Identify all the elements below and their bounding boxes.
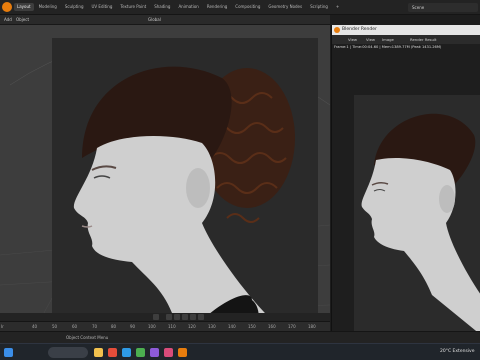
tick-label: 120 [188, 324, 196, 329]
render-title-text: Blender Render [342, 27, 377, 32]
tab-uv-editing[interactable]: UV Editing [89, 3, 116, 11]
tick-label: 110 [168, 324, 176, 329]
tab-scripting[interactable]: Scripting [307, 3, 331, 11]
top-menu-bar: Layout Modeling Sculpting UV Editing Tex… [0, 0, 480, 15]
timeline-label: Ir [1, 324, 4, 329]
status-message: Object Context Menu [66, 335, 109, 340]
render-result-selector[interactable]: Render Result [410, 36, 436, 43]
chrome-icon[interactable] [136, 348, 145, 357]
tab-rendering[interactable]: Rendering [204, 3, 230, 11]
os-taskbar: 20°C Extensive [0, 343, 480, 360]
workspace-tabs: Layout Modeling Sculpting UV Editing Tex… [14, 3, 342, 11]
rendered-head-image [361, 113, 480, 335]
timeline-controls [0, 313, 330, 321]
jump-start-button[interactable] [166, 314, 172, 320]
tick-label: 60 [72, 324, 78, 329]
browser-edge-icon[interactable] [122, 348, 131, 357]
blender-taskbar-icon[interactable] [178, 348, 187, 357]
camera-view-frame [52, 38, 318, 320]
tick-label: 70 [92, 324, 98, 329]
app-icon-red[interactable] [108, 348, 117, 357]
weather-widget[interactable]: 20°C Extensive [440, 349, 474, 354]
render-result-image[interactable] [354, 95, 480, 335]
tab-layout[interactable]: Layout [14, 3, 34, 11]
file-explorer-icon[interactable] [94, 348, 103, 357]
render-window-title: Blender Render [332, 25, 480, 35]
tick-label: 100 [148, 324, 156, 329]
tick-label: 50 [52, 324, 58, 329]
view-dropdown[interactable]: View [348, 36, 357, 43]
blender-logo-icon [334, 27, 340, 33]
next-keyframe-button[interactable] [190, 314, 196, 320]
head-render-viewport [73, 66, 295, 320]
start-menu-icon[interactable] [4, 348, 13, 357]
tab-sculpting[interactable]: Sculpting [62, 3, 87, 11]
tab-animation[interactable]: Animation [175, 3, 201, 11]
tick-label: 160 [268, 324, 276, 329]
tick-label: 150 [248, 324, 256, 329]
render-toolbar: View View Image Render Result [332, 35, 480, 44]
viewport-header: Add Object Global [0, 15, 330, 25]
image-menu[interactable]: Image [382, 36, 394, 43]
tick-label: 40 [32, 324, 38, 329]
app-icon-pink[interactable] [164, 348, 173, 357]
tab-geometry-nodes[interactable]: Geometry Nodes [265, 3, 305, 11]
view-menu[interactable]: View [366, 36, 375, 43]
keyframe-button[interactable] [153, 314, 159, 320]
transform-orientation-dropdown[interactable]: Global [148, 17, 161, 23]
tick-label: 80 [111, 324, 117, 329]
taskbar-search[interactable] [48, 347, 88, 358]
tab-texture-paint[interactable]: Texture Paint [117, 3, 149, 11]
scene-selector[interactable]: Scene [408, 3, 478, 12]
tick-label: 140 [228, 324, 236, 329]
status-bar: Object Context Menu [0, 331, 480, 343]
app-icon-purple[interactable] [150, 348, 159, 357]
tab-compositing[interactable]: Compositing [232, 3, 263, 11]
tab-modeling[interactable]: Modeling [36, 3, 60, 11]
tick-label: 130 [208, 324, 216, 329]
jump-end-button[interactable] [198, 314, 204, 320]
timeline-ruler[interactable]: Ir 40 50 60 70 80 90 100 110 120 130 140… [0, 321, 330, 331]
play-button[interactable] [182, 314, 188, 320]
tick-label: 180 [308, 324, 316, 329]
tick-label: 90 [130, 324, 136, 329]
render-stats: Frame:1 | Time:00:04.60 | Mem:1389.77M (… [334, 45, 442, 49]
prev-keyframe-button[interactable] [174, 314, 180, 320]
add-menu[interactable]: Add [4, 17, 12, 23]
blender-logo-icon[interactable] [2, 2, 12, 12]
render-window: Blender Render View View Image Render Re… [331, 25, 480, 345]
tab-shading[interactable]: Shading [151, 3, 173, 11]
tick-label: 170 [288, 324, 296, 329]
add-workspace-button[interactable]: + [333, 3, 342, 11]
object-menu[interactable]: Object [16, 17, 29, 23]
3d-viewport[interactable] [0, 25, 330, 320]
